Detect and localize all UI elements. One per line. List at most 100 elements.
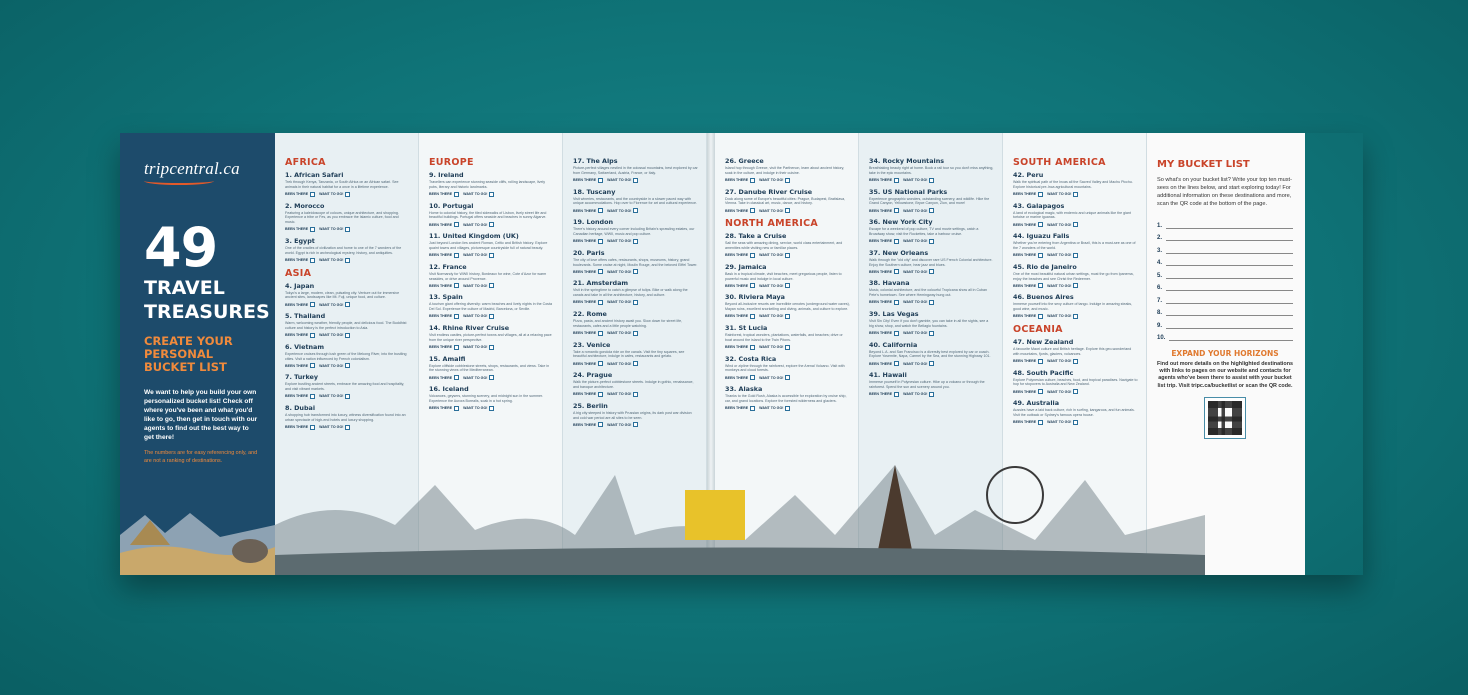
want-to-go-option[interactable]: WANT TO GO! <box>607 361 639 367</box>
been-there-checkbox[interactable] <box>310 393 316 399</box>
want-to-go-checkbox[interactable] <box>345 424 351 430</box>
been-there-option[interactable]: BEEN THERE <box>869 299 900 305</box>
want-to-go-checkbox[interactable] <box>633 361 639 367</box>
want-to-go-option[interactable]: WANT TO GO! <box>607 177 639 183</box>
been-there-checkbox[interactable] <box>894 238 900 244</box>
been-there-checkbox[interactable] <box>598 391 604 397</box>
been-there-checkbox[interactable] <box>894 391 900 397</box>
been-there-option[interactable]: BEEN THERE <box>869 269 900 275</box>
want-to-go-checkbox[interactable] <box>929 238 935 244</box>
been-there-option[interactable]: BEEN THERE <box>429 191 460 197</box>
bucket-list-line[interactable]: 1. <box>1157 216 1293 229</box>
want-to-go-option[interactable]: WANT TO GO! <box>463 313 495 319</box>
want-to-go-checkbox[interactable] <box>489 405 495 411</box>
want-to-go-checkbox[interactable] <box>345 226 351 232</box>
want-to-go-option[interactable]: WANT TO GO! <box>463 222 495 228</box>
bucket-line-blank[interactable] <box>1166 322 1293 329</box>
want-to-go-option[interactable]: WANT TO GO! <box>1047 191 1079 197</box>
been-there-option[interactable]: BEEN THERE <box>429 222 460 228</box>
been-there-option[interactable]: BEEN THERE <box>725 405 756 411</box>
want-to-go-option[interactable]: WANT TO GO! <box>903 299 935 305</box>
want-to-go-checkbox[interactable] <box>1073 358 1079 364</box>
want-to-go-checkbox[interactable] <box>1073 252 1079 258</box>
want-to-go-checkbox[interactable] <box>489 191 495 197</box>
want-to-go-checkbox[interactable] <box>1073 389 1079 395</box>
been-there-checkbox[interactable] <box>310 191 316 197</box>
been-there-option[interactable]: BEEN THERE <box>573 391 604 397</box>
want-to-go-checkbox[interactable] <box>929 330 935 336</box>
bucket-line-blank[interactable] <box>1169 334 1293 341</box>
been-there-option[interactable]: BEEN THERE <box>285 226 316 232</box>
been-there-checkbox[interactable] <box>750 375 756 381</box>
want-to-go-option[interactable]: WANT TO GO! <box>607 299 639 305</box>
been-there-checkbox[interactable] <box>310 302 316 308</box>
want-to-go-checkbox[interactable] <box>345 257 351 263</box>
bucket-line-blank[interactable] <box>1166 247 1293 254</box>
been-there-option[interactable]: BEEN THERE <box>429 375 460 381</box>
want-to-go-option[interactable]: WANT TO GO! <box>319 302 351 308</box>
been-there-checkbox[interactable] <box>598 299 604 305</box>
want-to-go-checkbox[interactable] <box>345 191 351 197</box>
been-there-option[interactable]: BEEN THERE <box>869 391 900 397</box>
want-to-go-option[interactable]: WANT TO GO! <box>607 238 639 244</box>
want-to-go-option[interactable]: WANT TO GO! <box>1047 252 1079 258</box>
want-to-go-option[interactable]: WANT TO GO! <box>903 208 935 214</box>
want-to-go-option[interactable]: WANT TO GO! <box>319 191 351 197</box>
been-there-checkbox[interactable] <box>454 222 460 228</box>
want-to-go-checkbox[interactable] <box>1073 191 1079 197</box>
been-there-checkbox[interactable] <box>598 330 604 336</box>
been-there-option[interactable]: BEEN THERE <box>725 375 756 381</box>
been-there-checkbox[interactable] <box>750 252 756 258</box>
qr-code[interactable] <box>1204 396 1246 439</box>
been-there-option[interactable]: BEEN THERE <box>869 208 900 214</box>
been-there-option[interactable]: BEEN THERE <box>1013 283 1044 289</box>
want-to-go-option[interactable]: WANT TO GO! <box>759 375 791 381</box>
want-to-go-option[interactable]: WANT TO GO! <box>319 363 351 369</box>
want-to-go-option[interactable]: WANT TO GO! <box>319 257 351 263</box>
been-there-checkbox[interactable] <box>598 422 604 428</box>
been-there-option[interactable]: BEEN THERE <box>573 208 604 214</box>
bucket-line-blank[interactable] <box>1166 222 1293 229</box>
want-to-go-checkbox[interactable] <box>633 208 639 214</box>
been-there-option[interactable]: BEEN THERE <box>573 177 604 183</box>
want-to-go-option[interactable]: WANT TO GO! <box>903 330 935 336</box>
want-to-go-checkbox[interactable] <box>1073 283 1079 289</box>
been-there-checkbox[interactable] <box>1038 313 1044 319</box>
want-to-go-option[interactable]: WANT TO GO! <box>903 238 935 244</box>
bucket-list-line[interactable]: 10. <box>1157 329 1293 341</box>
want-to-go-option[interactable]: WANT TO GO! <box>759 283 791 289</box>
been-there-option[interactable]: BEEN THERE <box>869 238 900 244</box>
want-to-go-checkbox[interactable] <box>1073 222 1079 228</box>
want-to-go-option[interactable]: WANT TO GO! <box>759 252 791 258</box>
want-to-go-checkbox[interactable] <box>489 375 495 381</box>
want-to-go-checkbox[interactable] <box>633 299 639 305</box>
want-to-go-option[interactable]: WANT TO GO! <box>463 405 495 411</box>
been-there-checkbox[interactable] <box>310 257 316 263</box>
want-to-go-checkbox[interactable] <box>633 330 639 336</box>
been-there-checkbox[interactable] <box>750 283 756 289</box>
bucket-list-line[interactable]: 8. <box>1157 304 1293 316</box>
been-there-option[interactable]: BEEN THERE <box>725 344 756 350</box>
bucket-list-line[interactable]: 3. <box>1157 241 1293 254</box>
been-there-option[interactable]: BEEN THERE <box>573 238 604 244</box>
want-to-go-option[interactable]: WANT TO GO! <box>759 405 791 411</box>
been-there-checkbox[interactable] <box>598 269 604 275</box>
been-there-checkbox[interactable] <box>598 208 604 214</box>
want-to-go-option[interactable]: WANT TO GO! <box>1047 389 1079 395</box>
been-there-option[interactable]: BEEN THERE <box>573 422 604 428</box>
want-to-go-option[interactable]: WANT TO GO! <box>607 269 639 275</box>
been-there-option[interactable]: BEEN THERE <box>573 330 604 336</box>
bucket-list-line[interactable]: 6. <box>1157 279 1293 291</box>
been-there-checkbox[interactable] <box>310 226 316 232</box>
been-there-option[interactable]: BEEN THERE <box>573 269 604 275</box>
been-there-checkbox[interactable] <box>454 313 460 319</box>
been-there-checkbox[interactable] <box>750 405 756 411</box>
bucket-line-blank[interactable] <box>1166 272 1293 279</box>
want-to-go-option[interactable]: WANT TO GO! <box>463 344 495 350</box>
want-to-go-option[interactable]: WANT TO GO! <box>463 283 495 289</box>
want-to-go-checkbox[interactable] <box>489 252 495 258</box>
been-there-option[interactable]: BEEN THERE <box>869 330 900 336</box>
bucket-line-blank[interactable] <box>1166 284 1293 291</box>
want-to-go-option[interactable]: WANT TO GO! <box>463 252 495 258</box>
want-to-go-checkbox[interactable] <box>785 252 791 258</box>
